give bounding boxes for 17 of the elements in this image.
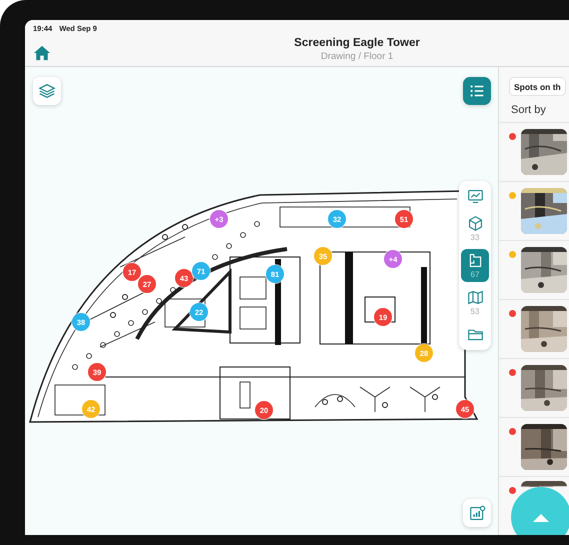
- home-icon[interactable]: [33, 44, 51, 60]
- list-view-button[interactable]: [463, 77, 491, 105]
- page-subtitle: Drawing / Floor 1: [320, 51, 394, 62]
- report-button[interactable]: [463, 499, 491, 527]
- cube-icon: [466, 215, 484, 232]
- view-tab[interactable]: 33: [461, 212, 489, 245]
- chart-icon: [466, 188, 484, 205]
- layers-button[interactable]: [33, 77, 61, 105]
- page-title: Screening Eagle Tower: [294, 37, 420, 49]
- layers-icon: [38, 82, 56, 100]
- filter-dropdown[interactable]: Spots on th: [509, 77, 566, 96]
- map-icon: [466, 289, 484, 306]
- up-arrow-icon: [531, 511, 551, 523]
- sort-label: Sort by: [511, 104, 547, 116]
- view-tab[interactable]: 53: [461, 286, 489, 319]
- view-tab[interactable]: 67: [461, 249, 489, 282]
- bar-chart-icon: [468, 504, 486, 522]
